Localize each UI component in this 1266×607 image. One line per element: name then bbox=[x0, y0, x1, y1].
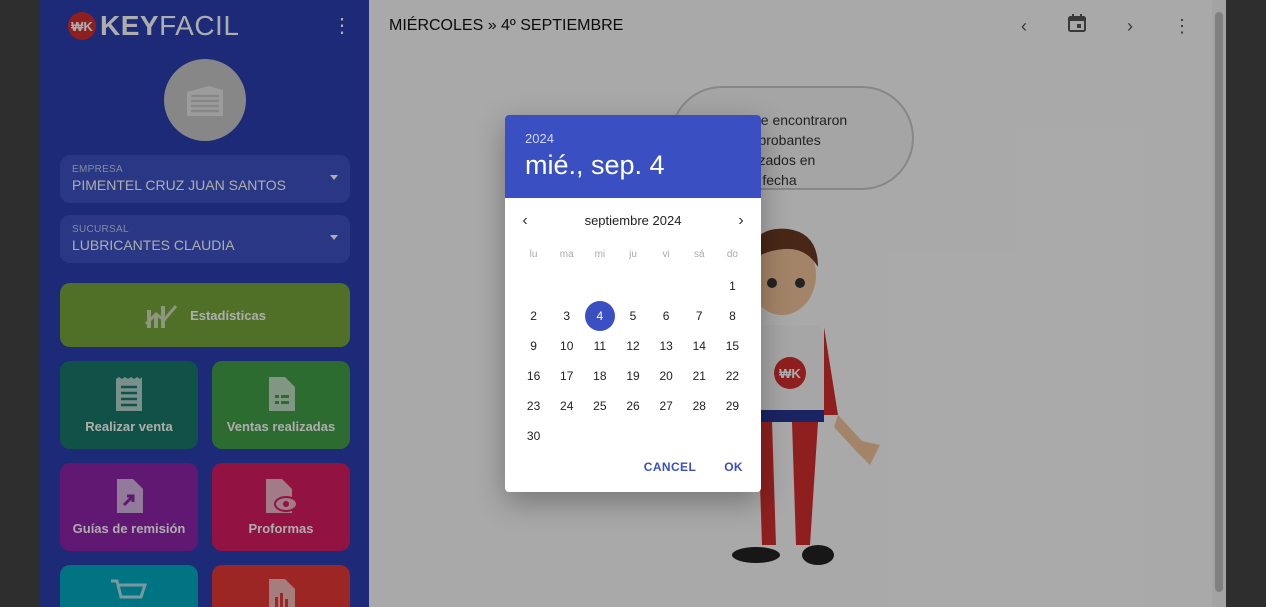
calendar-day-number: 19 bbox=[626, 369, 640, 383]
year-selector[interactable]: 2024 bbox=[525, 131, 741, 146]
calendar-day[interactable]: 3 bbox=[550, 301, 583, 331]
calendar-day[interactable]: 25 bbox=[583, 391, 616, 421]
calendar-day[interactable]: 9 bbox=[517, 331, 550, 361]
month-label: septiembre 2024 bbox=[584, 213, 682, 228]
right-margin bbox=[1226, 0, 1266, 607]
app-frame: ₩K KEYFACIL ⋮ EMPRESA PIMENTEL CRUZ JUAN… bbox=[40, 0, 1226, 607]
calendar-day-number: 14 bbox=[692, 339, 706, 353]
calendar-empty-cell bbox=[517, 271, 550, 301]
calendar-empty-cell bbox=[550, 271, 583, 301]
calendar-day[interactable]: 1 bbox=[716, 271, 749, 301]
calendar-days-grid: 1 2 3 4 5 6 7 8 9 10 11 12 13 14 15 16 17 18 19 20 21 22 23 24 2… bbox=[517, 271, 749, 451]
calendar-day-number: 6 bbox=[662, 309, 670, 323]
calendar-day-number: 24 bbox=[560, 399, 574, 413]
calendar-day[interactable]: 28 bbox=[683, 391, 716, 421]
weekday-label: vi bbox=[662, 249, 670, 260]
calendar-day[interactable]: 23 bbox=[517, 391, 550, 421]
calendar-day-number: 15 bbox=[725, 339, 740, 353]
calendar-day[interactable]: 21 bbox=[683, 361, 716, 391]
calendar-day[interactable]: 18 bbox=[583, 361, 616, 391]
calendar-empty-cell bbox=[583, 271, 616, 301]
dialog-actions: CANCEL OK bbox=[644, 460, 743, 474]
next-month-icon[interactable]: › bbox=[731, 211, 751, 231]
ok-button[interactable]: OK bbox=[724, 460, 743, 474]
weekday-header: lu ma mi ju vi sá do bbox=[517, 249, 749, 260]
calendar-day-number: 29 bbox=[725, 399, 740, 413]
calendar-day-number: 28 bbox=[692, 399, 706, 413]
calendar-day[interactable]: 15 bbox=[716, 331, 749, 361]
calendar-day-number: 26 bbox=[626, 399, 640, 413]
calendar-day[interactable]: 5 bbox=[616, 301, 649, 331]
calendar-day-number: 30 bbox=[526, 429, 541, 443]
date-picker-header: 2024 mié., sep. 4 bbox=[505, 115, 761, 198]
calendar-day[interactable]: 8 bbox=[716, 301, 749, 331]
weekday-label: ma bbox=[559, 249, 574, 260]
weekday-label: lu bbox=[529, 249, 538, 260]
calendar-day[interactable]: 2 bbox=[517, 301, 550, 331]
calendar-day-number: 1 bbox=[729, 279, 736, 293]
calendar-day[interactable]: 4 bbox=[583, 301, 616, 331]
calendar-day[interactable]: 14 bbox=[683, 331, 716, 361]
cancel-button[interactable]: CANCEL bbox=[644, 460, 696, 474]
calendar-day-number: 8 bbox=[729, 309, 736, 323]
calendar-day[interactable]: 11 bbox=[583, 331, 616, 361]
calendar-day[interactable]: 29 bbox=[716, 391, 749, 421]
calendar-day[interactable]: 10 bbox=[550, 331, 583, 361]
weekday-label: ju bbox=[629, 249, 637, 260]
calendar-day-number: 4 bbox=[584, 301, 615, 331]
calendar-day-number: 13 bbox=[659, 339, 673, 353]
calendar-day[interactable]: 22 bbox=[716, 361, 749, 391]
calendar-day-number: 22 bbox=[725, 369, 740, 383]
calendar-day[interactable]: 24 bbox=[550, 391, 583, 421]
calendar-day-number: 2 bbox=[530, 309, 537, 323]
calendar-day[interactable]: 13 bbox=[650, 331, 683, 361]
calendar-day-number: 27 bbox=[659, 399, 673, 413]
selected-date-label: mié., sep. 4 bbox=[525, 150, 665, 180]
calendar-day-number: 17 bbox=[560, 369, 574, 383]
calendar-day-number: 21 bbox=[692, 369, 706, 383]
calendar-day[interactable]: 26 bbox=[616, 391, 649, 421]
calendar-day-number: 12 bbox=[626, 339, 640, 353]
left-margin bbox=[0, 0, 40, 607]
calendar-day-number: 25 bbox=[593, 399, 607, 413]
calendar-day[interactable]: 19 bbox=[616, 361, 649, 391]
calendar-empty-cell bbox=[616, 271, 649, 301]
calendar-day-number: 18 bbox=[593, 369, 607, 383]
calendar-day[interactable]: 20 bbox=[650, 361, 683, 391]
weekday-label: sá bbox=[693, 249, 705, 260]
weekday-label: mi bbox=[594, 249, 606, 260]
calendar-day-number: 5 bbox=[629, 309, 637, 323]
calendar-day[interactable]: 17 bbox=[550, 361, 583, 391]
calendar-day[interactable]: 30 bbox=[517, 421, 550, 451]
previous-month-icon[interactable]: ‹ bbox=[515, 211, 535, 231]
calendar-day-number: 3 bbox=[563, 309, 571, 323]
calendar-day-number: 11 bbox=[593, 339, 607, 353]
calendar-day-number: 10 bbox=[560, 339, 574, 353]
weekday-label: do bbox=[726, 249, 738, 260]
calendar-day-number: 23 bbox=[526, 399, 541, 413]
calendar-day[interactable]: 27 bbox=[650, 391, 683, 421]
calendar-day-number: 20 bbox=[659, 369, 673, 383]
calendar-empty-cell bbox=[650, 271, 683, 301]
month-navigation: septiembre 2024 ‹ › bbox=[505, 211, 761, 231]
calendar-day-number: 16 bbox=[526, 369, 541, 383]
date-picker-dialog: 2024 mié., sep. 4 septiembre 2024 ‹ › lu… bbox=[505, 115, 761, 492]
calendar-day-number: 7 bbox=[695, 309, 703, 323]
calendar-day[interactable]: 6 bbox=[650, 301, 683, 331]
calendar-empty-cell bbox=[683, 271, 716, 301]
calendar-day-number: 9 bbox=[530, 339, 537, 353]
calendar-day[interactable]: 12 bbox=[616, 331, 649, 361]
calendar-day[interactable]: 16 bbox=[517, 361, 550, 391]
calendar-day[interactable]: 7 bbox=[683, 301, 716, 331]
